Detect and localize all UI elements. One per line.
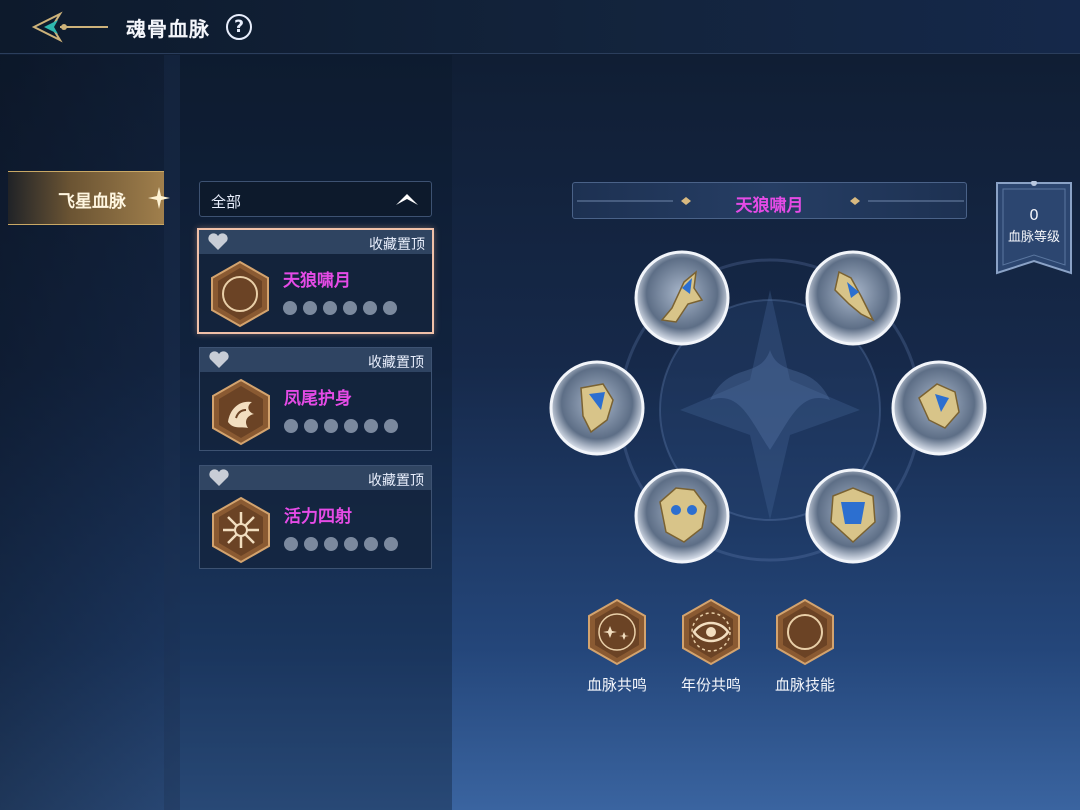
star-resonance-icon <box>588 598 646 666</box>
chevron-up-icon <box>396 194 418 205</box>
progress-dot <box>363 301 377 315</box>
heart-icon[interactable] <box>208 469 230 487</box>
year-resonance-label: 年份共鸣 <box>680 676 741 694</box>
progress-dot <box>383 301 397 315</box>
pin-to-top-label[interactable]: 收藏置顶 <box>368 470 424 490</box>
pin-to-top-label[interactable]: 收藏置顶 <box>369 234 425 254</box>
soul-bone-slot[interactable] <box>632 466 732 566</box>
progress-dot <box>364 419 378 433</box>
bloodline-card[interactable]: 收藏置顶 天狼啸月 <box>197 228 434 334</box>
soul-bone-slot[interactable] <box>803 466 903 566</box>
soul-bone-orb-icon <box>891 360 987 456</box>
progress-dot <box>283 301 297 315</box>
soul-bone-orb-icon <box>634 468 730 564</box>
detail-title: 天狼啸月 <box>735 196 804 216</box>
soul-bone-slot[interactable] <box>803 248 903 348</box>
progress-dot <box>344 537 358 551</box>
soul-bone-orb-icon <box>805 468 901 564</box>
bloodline-skill-label: 血脉技能 <box>774 676 835 694</box>
phoenix-tail-icon <box>212 378 270 446</box>
heart-icon[interactable] <box>207 233 229 251</box>
filter-selected-value: 全部 <box>211 193 242 211</box>
bloodline-name: 天狼啸月 <box>283 271 351 291</box>
progress-dot <box>304 537 318 551</box>
bloodline-name: 活力四射 <box>284 507 352 527</box>
progress-dot <box>344 419 358 433</box>
progress-dot <box>343 301 357 315</box>
back-arrow-icon <box>31 11 108 43</box>
filter-dropdown[interactable]: 全部 <box>199 181 432 217</box>
top-bar: 魂骨血脉 ? <box>0 0 1080 54</box>
radiant-burst-icon <box>212 496 270 564</box>
sidebar-divider <box>164 55 180 810</box>
bloodline-name: 凤尾护身 <box>284 389 352 409</box>
star-progress <box>283 301 397 315</box>
soul-bone-slot[interactable] <box>547 358 647 458</box>
crescent-moon-icon <box>211 260 269 328</box>
tab-label: 飞星血脉 <box>58 192 126 212</box>
progress-dot <box>324 537 338 551</box>
progress-dot <box>304 419 318 433</box>
progress-dot <box>324 419 338 433</box>
page-title: 魂骨血脉 <box>126 17 210 41</box>
left-sidebar <box>0 55 180 810</box>
year-resonance-button[interactable]: 年份共鸣 <box>674 598 748 695</box>
progress-dot <box>384 537 398 551</box>
sparkle-icon <box>148 187 170 209</box>
bloodline-level-value: 0 <box>1029 206 1039 224</box>
star-progress <box>284 419 398 433</box>
help-button[interactable]: ? <box>226 14 252 40</box>
detail-title-bar: 天狼啸月 <box>572 182 967 219</box>
heart-icon[interactable] <box>208 351 230 369</box>
pin-to-top-label[interactable]: 收藏置顶 <box>368 352 424 372</box>
star-progress <box>284 537 398 551</box>
progress-dot <box>284 419 298 433</box>
back-button[interactable] <box>30 10 112 44</box>
soul-bone-orb-icon <box>549 360 645 456</box>
progress-dot <box>303 301 317 315</box>
progress-dot <box>364 537 378 551</box>
bloodline-resonance-label: 血脉共鸣 <box>586 676 647 694</box>
bloodline-resonance-button[interactable]: 血脉共鸣 <box>580 598 654 695</box>
soul-bone-slot[interactable] <box>889 358 989 458</box>
bloodline-card[interactable]: 收藏置顶 活力四射 <box>199 465 432 569</box>
bloodline-card[interactable]: 收藏置顶 凤尾护身 <box>199 347 432 451</box>
progress-dot <box>323 301 337 315</box>
crescent-moon-icon <box>776 598 834 666</box>
progress-dot <box>284 537 298 551</box>
soul-bone-slot[interactable] <box>632 248 732 348</box>
soul-bone-orb-icon <box>805 250 901 346</box>
tab-flying-star-bloodline[interactable]: 飞星血脉 <box>8 171 164 225</box>
soul-bone-orb-icon <box>634 250 730 346</box>
progress-dot <box>384 419 398 433</box>
bloodline-level-label: 血脉等级 <box>1007 230 1060 245</box>
eye-emblem-icon <box>682 598 740 666</box>
bloodline-skill-button[interactable]: 血脉技能 <box>768 598 842 695</box>
